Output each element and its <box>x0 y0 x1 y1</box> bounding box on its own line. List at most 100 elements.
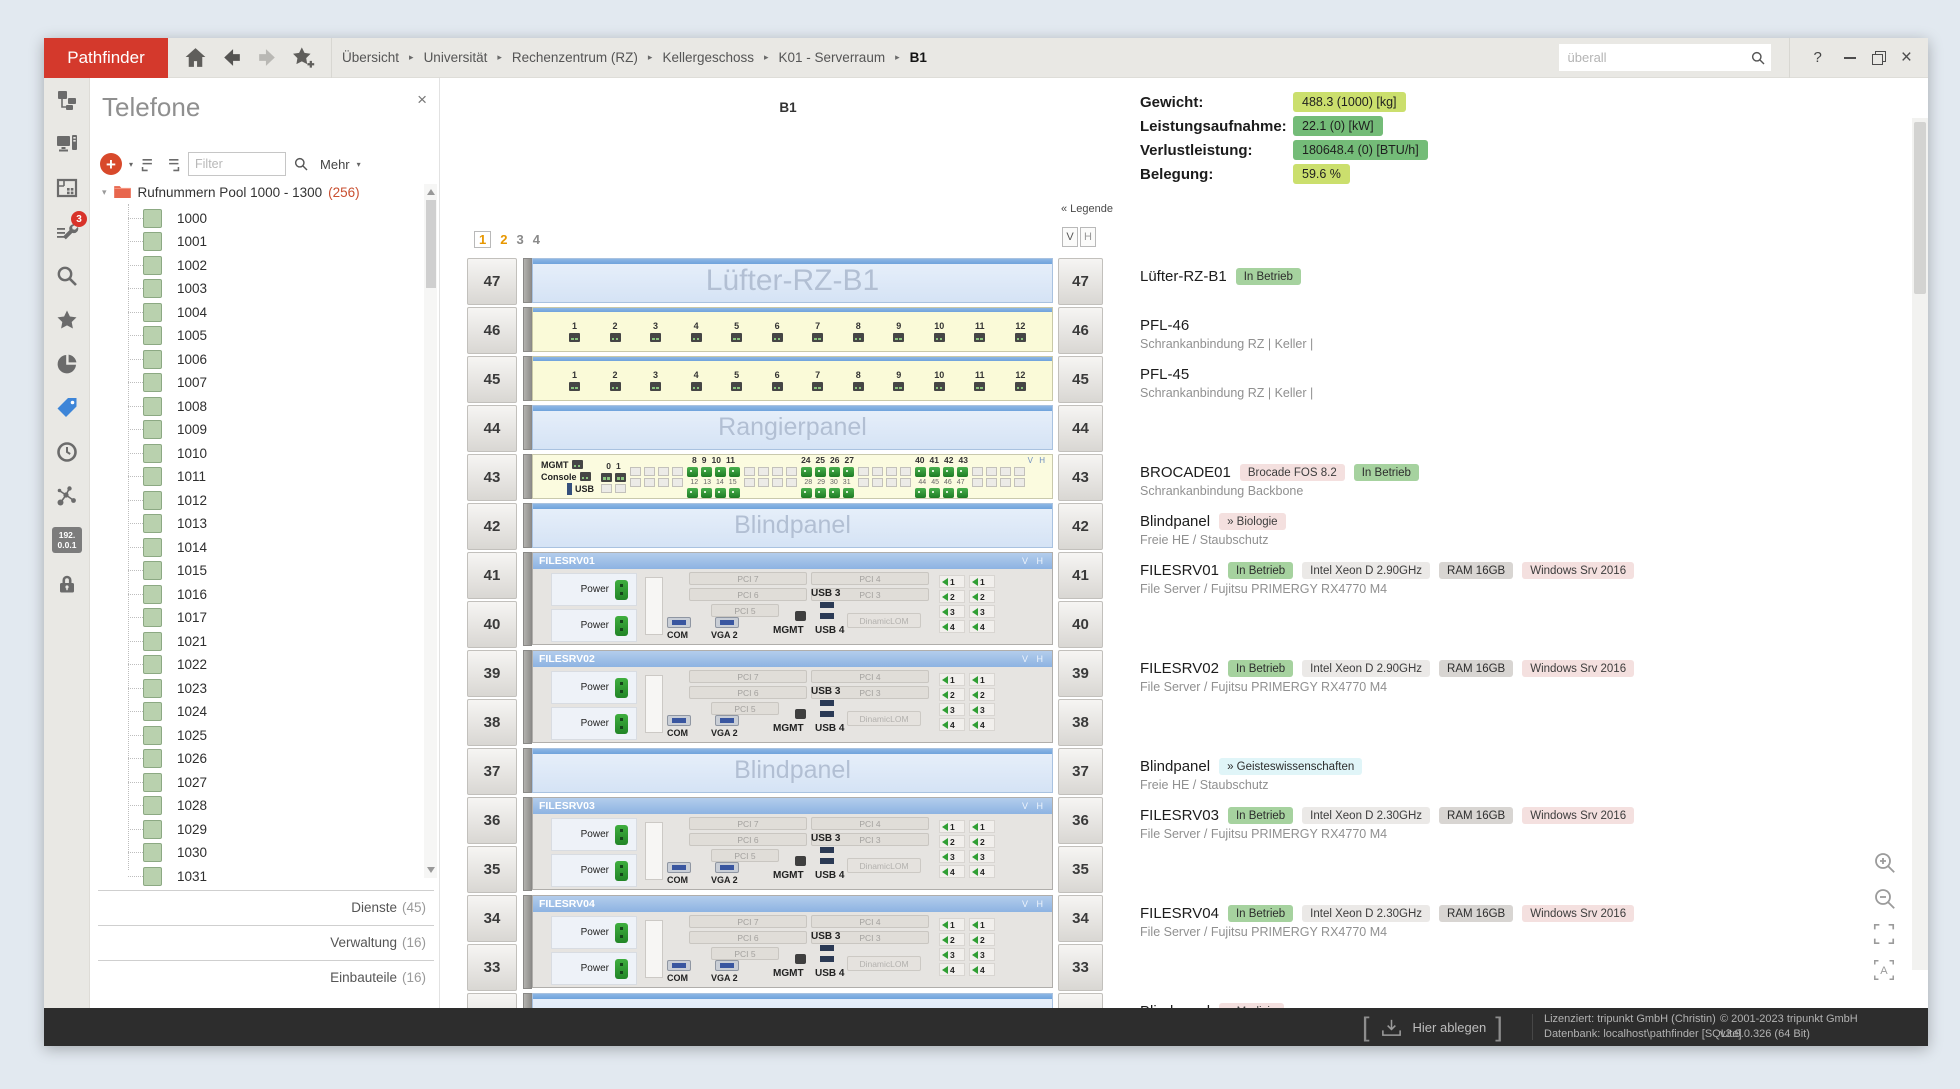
rack-panel-Rangierpanel[interactable]: Rangierpanel <box>532 405 1053 450</box>
lom-button[interactable]: DinamicLOM <box>847 956 921 971</box>
vertical-scrollbar[interactable] <box>1912 118 1928 970</box>
server-unit[interactable]: FILESRV03V HPowerPowerPCI 7PCI 6PCI 5PCI… <box>532 797 1053 890</box>
minimize-button[interactable] <box>1844 57 1856 59</box>
server-unit[interactable]: FILESRV01V HPowerPowerPCI 7PCI 6PCI 5PCI… <box>532 552 1053 645</box>
favorites-icon[interactable] <box>44 298 90 342</box>
rack-row-handle[interactable] <box>523 552 532 646</box>
patch-port[interactable]: 2 <box>610 370 621 391</box>
scrollbar-thumb[interactable] <box>426 200 436 288</box>
patch-port[interactable]: 9 <box>893 370 904 391</box>
patch-port[interactable]: 5 <box>731 370 742 391</box>
device-entry[interactable]: Lüfter-RZ-B1In Betrieb <box>1140 266 1301 287</box>
rack-row-handle[interactable] <box>523 748 532 793</box>
zoom-out-icon[interactable] <box>1872 886 1902 916</box>
pci-slot[interactable]: PCI 6 <box>689 588 807 601</box>
connected-port-icon[interactable] <box>815 488 826 498</box>
network-port[interactable]: 4 <box>969 718 995 731</box>
network-port[interactable]: 3 <box>939 605 965 618</box>
tree-expander-icon[interactable]: ▾ <box>102 187 107 198</box>
history-icon[interactable] <box>44 430 90 474</box>
home-button[interactable] <box>177 38 213 78</box>
power-supply[interactable]: Power <box>551 818 637 851</box>
tree-root-node[interactable]: ▾ Rufnummern Pool 1000 - 1300 (256) <box>102 184 360 200</box>
legend-link[interactable]: « Legende <box>993 203 1113 215</box>
patch-panel[interactable]: 123456789101112 <box>532 307 1053 352</box>
network-port[interactable]: 1 <box>969 820 995 833</box>
device-entry[interactable]: FILESRV02In BetriebIntel Xeon D 2.90GHzR… <box>1140 658 1634 679</box>
rack-side-tab-2[interactable]: 2 <box>500 232 507 247</box>
connected-port-icon[interactable] <box>957 488 968 498</box>
search-icon[interactable] <box>44 254 90 298</box>
network-port[interactable]: 2 <box>939 933 965 946</box>
phone-extension-row[interactable]: 1002 <box>128 255 207 275</box>
power-supply[interactable]: Power <box>551 854 637 887</box>
patch-port[interactable]: 10 <box>934 321 945 342</box>
rack-side-tab-1[interactable]: 1 <box>474 231 491 248</box>
lom-button[interactable]: DinamicLOM <box>847 858 921 873</box>
scroll-down-icon[interactable] <box>427 867 435 873</box>
connected-port-icon[interactable] <box>801 488 812 498</box>
phone-extension-row[interactable]: 1001 <box>128 232 207 252</box>
phone-extension-row[interactable]: 1003 <box>128 279 207 299</box>
phone-extension-row[interactable]: 1009 <box>128 420 207 440</box>
section-header-einbauteile[interactable]: Einbauteile(16) <box>98 960 434 994</box>
network-port[interactable]: 2 <box>939 688 965 701</box>
device-entry[interactable]: Blindpanel» Geisteswissenschaften <box>1140 756 1362 777</box>
phone-extension-row[interactable]: 1024 <box>128 702 207 722</box>
more-button[interactable]: Mehr <box>320 157 350 172</box>
switch-port-group[interactable]: 01 <box>601 456 626 498</box>
floorplan-icon[interactable] <box>44 166 90 210</box>
network-port[interactable]: 1 <box>969 575 995 588</box>
back-button[interactable] <box>213 38 249 78</box>
section-header-dienste[interactable]: Dienste(45) <box>98 890 434 924</box>
patch-port[interactable]: 12 <box>1015 370 1026 391</box>
phone-extension-row[interactable]: 1023 <box>128 678 207 698</box>
patch-port[interactable]: 9 <box>893 321 904 342</box>
network-port[interactable]: 2 <box>969 590 995 603</box>
pci-slot[interactable]: PCI 7 <box>689 817 807 830</box>
rack-row-handle[interactable] <box>523 356 532 401</box>
add-dropdown-icon[interactable]: ▾ <box>129 160 133 169</box>
patch-port[interactable]: 11 <box>974 321 985 342</box>
patch-port[interactable]: 12 <box>1015 321 1026 342</box>
topology-icon[interactable] <box>44 474 90 518</box>
connected-port-icon[interactable] <box>915 467 926 477</box>
patch-port[interactable]: 3 <box>650 370 661 391</box>
network-port[interactable]: 1 <box>969 918 995 931</box>
device-entry[interactable]: FILESRV01In BetriebIntel Xeon D 2.90GHzR… <box>1140 560 1634 581</box>
phone-extension-row[interactable]: 1029 <box>128 819 207 839</box>
close-button[interactable]: × <box>1901 48 1912 67</box>
filter-search-icon[interactable] <box>293 156 309 172</box>
pci-slot[interactable]: PCI 5 <box>711 947 779 960</box>
rack-row-handle[interactable] <box>523 895 532 989</box>
hierarchy-icon[interactable] <box>44 78 90 122</box>
device-entry[interactable]: BROCADE01Brocade FOS 8.2In Betrieb <box>1140 462 1419 483</box>
patch-port[interactable]: 6 <box>772 370 783 391</box>
connected-port-icon[interactable] <box>687 488 698 498</box>
phone-extension-row[interactable]: 1030 <box>128 843 207 863</box>
connected-port-icon[interactable] <box>943 467 954 477</box>
patch-port[interactable]: 2 <box>610 321 621 342</box>
breadcrumb-item[interactable]: Kellergeschoss <box>662 50 754 65</box>
patch-port[interactable]: 6 <box>772 321 783 342</box>
connected-port-icon[interactable] <box>729 467 740 477</box>
phone-extension-row[interactable]: 1006 <box>128 349 207 369</box>
server-unit[interactable]: FILESRV04V HPowerPowerPCI 7PCI 6PCI 5PCI… <box>532 895 1053 988</box>
network-switch[interactable]: V HMGMTConsoleUSB01891011121314152425262… <box>532 454 1053 499</box>
network-port[interactable]: 3 <box>969 850 995 863</box>
pci-slot[interactable]: PCI 6 <box>689 686 807 699</box>
rack-row-handle[interactable] <box>523 454 532 499</box>
phone-extension-row[interactable]: 1026 <box>128 749 207 769</box>
device-entry[interactable]: FILESRV04In BetriebIntel Xeon D 2.30GHzR… <box>1140 903 1634 924</box>
phone-extension-row[interactable]: 1012 <box>128 490 207 510</box>
device-entry[interactable]: PFL-45 <box>1140 364 1189 385</box>
phone-extension-row[interactable]: 1016 <box>128 584 207 604</box>
network-port[interactable]: 4 <box>969 963 995 976</box>
breadcrumb-item[interactable]: Übersicht <box>342 50 399 65</box>
phone-extension-row[interactable]: 1007 <box>128 373 207 393</box>
connected-port-icon[interactable] <box>815 467 826 477</box>
device-entry[interactable]: FILESRV03In BetriebIntel Xeon D 2.30GHzR… <box>1140 805 1634 826</box>
power-supply[interactable]: Power <box>551 671 637 704</box>
power-supply[interactable]: Power <box>551 916 637 949</box>
network-port[interactable]: 4 <box>939 963 965 976</box>
